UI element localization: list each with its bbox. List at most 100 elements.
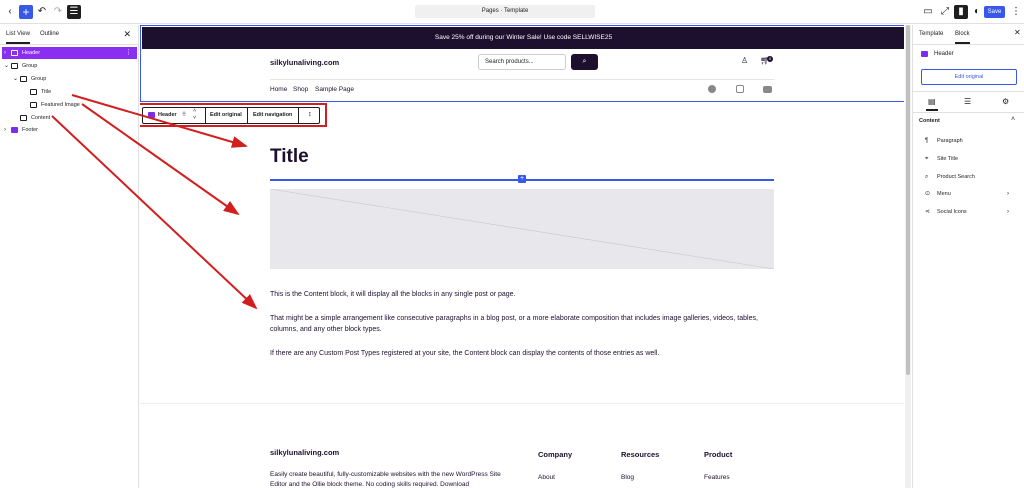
template-part-icon [148, 112, 155, 118]
search-icon: ⌕ [582, 58, 587, 65]
canvas-scrollbar[interactable] [905, 25, 911, 488]
title-icon [30, 89, 37, 95]
tree-item-label: Header [22, 50, 41, 56]
nav-item-shop[interactable]: Shop [293, 86, 308, 93]
desktop-preview-icon[interactable]: ▭ [921, 5, 935, 19]
drag-handle-icon[interactable]: ⠿ [182, 108, 186, 123]
content-item-label: Paragraph [937, 138, 963, 144]
chevron-right-icon: › [1007, 191, 1009, 197]
featured-image-placeholder[interactable] [270, 189, 774, 269]
block-inserter-button[interactable]: + [19, 5, 33, 19]
editor-top-bar: ‹ + ↶ ↷ ☰ Pages · Template ▭ ⤢ ▮ ◐ Save … [0, 0, 1024, 24]
footer-description[interactable]: Easily create beautiful, fully-customiza… [270, 470, 510, 488]
tree-item-title[interactable]: Title [0, 86, 139, 98]
post-title[interactable]: Title [270, 146, 309, 168]
save-button[interactable]: Save [984, 6, 1005, 18]
content-paragraph[interactable]: That might be a simple arrangement like … [270, 313, 774, 335]
footer-link[interactable]: Features [704, 474, 730, 481]
close-icon[interactable]: ✕ [123, 29, 131, 40]
content-item-label: Social Icons [937, 209, 967, 215]
paragraph-icon: ¶ [925, 138, 929, 144]
panel-divider [913, 91, 1024, 92]
external-view-icon[interactable]: ⤢ [938, 5, 952, 19]
scroll-thumb[interactable] [906, 25, 910, 375]
block-inserter-plus-icon[interactable]: + [518, 175, 526, 183]
tree-item-content[interactable]: Content [0, 112, 139, 124]
image-icon [30, 102, 37, 108]
tab-template[interactable]: Template [919, 31, 943, 37]
tree-item-footer[interactable]: › Footer [0, 124, 139, 136]
content-paragraph[interactable]: This is the Content block, it will displ… [270, 289, 774, 300]
instagram-icon[interactable] [736, 85, 744, 93]
share-icon: ⋖ [925, 209, 931, 215]
footer-link[interactable]: About [538, 474, 555, 481]
chevron-down-icon[interactable]: ⌄ [4, 60, 9, 72]
chevron-up-icon[interactable]: ˄ [1011, 116, 1015, 123]
editor-canvas[interactable]: Save 25% off during our Winter Sale! Use… [140, 25, 904, 488]
edit-original-button[interactable]: Edit original [921, 69, 1017, 85]
content-paragraph[interactable]: If there are any Custom Post Types regis… [270, 348, 774, 359]
list-tab-icon[interactable]: ☰ [964, 97, 971, 106]
list-view-button[interactable]: ☰ [67, 5, 81, 19]
navigation-icon: ⊙ [925, 191, 931, 197]
content-item-label: Site Title [937, 156, 959, 162]
content-item-social-icons[interactable]: ⋖ Social Icons › [925, 207, 1021, 217]
search-button[interactable]: ⌕ [571, 54, 598, 70]
document-title-bar[interactable]: Pages · Template [415, 5, 595, 18]
tree-item-featured-image[interactable]: Featured Image [0, 99, 139, 111]
block-type-label[interactable]: Header [158, 108, 177, 123]
footer-site-title[interactable]: silkylunaliving.com [270, 448, 339, 457]
chevron-down-icon[interactable]: ⌄ [13, 73, 18, 85]
tree-item-label: Title [41, 89, 52, 95]
footer-column-heading: Product [704, 450, 733, 459]
list-view-panel: List View Outline ✕ › Header ⋮ ⌄ Group ⌄… [0, 25, 139, 488]
options-kebab-icon[interactable]: ⋮ [307, 108, 313, 123]
tree-item-group[interactable]: ⌄ Group [0, 60, 139, 72]
tab-block[interactable]: Block [955, 31, 970, 44]
list-view-tabs: List View Outline ✕ [0, 25, 138, 45]
panel-divider [913, 44, 1024, 45]
facebook-icon[interactable] [708, 85, 716, 93]
edit-navigation-button[interactable]: Edit navigation [253, 108, 292, 123]
nav-item-sample-page[interactable]: Sample Page [315, 86, 354, 93]
chevron-right-icon[interactable]: › [4, 124, 6, 136]
content-item-menu[interactable]: ⊙ Menu › [925, 189, 1021, 199]
tab-outline[interactable]: Outline [40, 31, 59, 37]
account-icon[interactable]: ♙ [741, 56, 748, 65]
tree-item-label: Footer [22, 127, 38, 133]
settings-sidebar-button[interactable]: ▮ [954, 5, 968, 19]
content-item-label: Product Search [937, 174, 975, 180]
back-chevron-icon[interactable]: ‹ [3, 5, 17, 19]
content-section-title[interactable]: Content [919, 118, 940, 124]
nav-item-home[interactable]: Home [270, 86, 287, 93]
group-icon [20, 76, 27, 82]
search-icon: ⌕ [925, 174, 929, 180]
tree-item-label: Featured Image [41, 102, 80, 108]
edit-original-button[interactable]: Edit original [210, 108, 242, 123]
tree-item-group-nested[interactable]: ⌄ Group [0, 73, 139, 85]
redo-icon[interactable]: ↷ [51, 5, 65, 19]
chevron-right-icon[interactable]: › [4, 47, 6, 59]
panel-divider [913, 112, 1024, 113]
close-icon[interactable]: ✕ [1014, 28, 1021, 37]
youtube-icon[interactable] [763, 86, 772, 93]
tab-list-view[interactable]: List View [6, 31, 30, 44]
kebab-icon[interactable]: ⋮ [125, 47, 132, 59]
site-title[interactable]: silkylunaliving.com [270, 58, 339, 67]
tree-item-label: Group [31, 76, 47, 82]
content-item-site-title[interactable]: ⌖ Site Title [925, 154, 1021, 164]
move-up-down-icon[interactable]: ˄ ˅ [193, 108, 196, 123]
gear-icon[interactable]: ⚙ [1002, 97, 1009, 106]
template-part-icon [11, 50, 18, 56]
tree-item-label: Content [31, 115, 51, 121]
styles-contrast-icon[interactable]: ◐ [970, 5, 984, 19]
map-marker-icon: ⌖ [925, 156, 929, 162]
search-input[interactable]: Search products... [478, 54, 566, 70]
content-item-paragraph[interactable]: ¶ Paragraph [925, 136, 1021, 146]
content-item-product-search[interactable]: ⌕ Product Search [925, 172, 1021, 182]
undo-icon[interactable]: ↶ [35, 5, 49, 19]
options-kebab-icon[interactable]: ⋮ [1009, 5, 1023, 19]
settings-tab-icon[interactable]: ▤ [926, 97, 938, 111]
tree-item-header[interactable]: › Header ⋮ [2, 47, 137, 59]
footer-link[interactable]: Blog [621, 474, 634, 481]
